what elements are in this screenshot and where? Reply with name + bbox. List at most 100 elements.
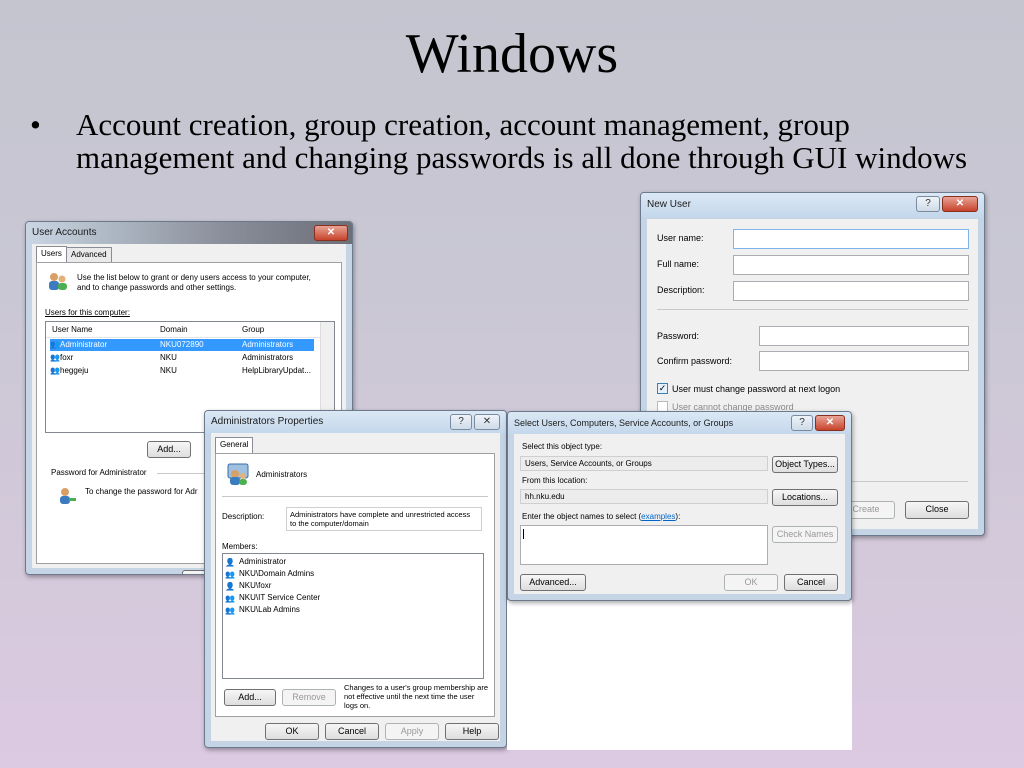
close-button[interactable]: Close (905, 501, 969, 519)
user-accounts-titlebar: User Accounts (26, 222, 352, 244)
list-item[interactable]: 👤 Administrator (223, 556, 483, 568)
user-icon: 👥 (50, 366, 60, 375)
cell-group: HelpLibraryUpdat... (242, 366, 311, 375)
list-item[interactable]: 👥 NKU\Domain Admins (223, 568, 483, 580)
password-label: Password: (657, 331, 700, 341)
cancel-button[interactable]: Cancel (325, 723, 379, 740)
location-label: From this location: (522, 476, 588, 485)
column-header-username[interactable]: User Name (52, 325, 92, 334)
add-member-button[interactable]: Add... (224, 689, 276, 706)
object-names-label-start: Enter the object names to select ( (522, 512, 642, 521)
list-item[interactable]: 👥 NKU\IT Service Center (223, 592, 483, 604)
window-title: Select Users, Computers, Service Account… (514, 418, 734, 428)
list-item[interactable]: 👤 NKU\foxr (223, 580, 483, 592)
group-icon (227, 463, 249, 485)
ok-button[interactable]: OK (265, 723, 319, 740)
cell-username: heggeju (60, 366, 89, 375)
select-users-window: Select Users, Computers, Service Account… (507, 411, 852, 601)
username-input[interactable] (733, 229, 969, 249)
members-list[interactable]: 👤 Administrator 👥 NKU\Domain Admins 👤 NKU\f… (222, 553, 484, 679)
location-value: hh.nku.edu (520, 489, 768, 504)
ok-button[interactable]: OK (724, 574, 778, 591)
white-backdrop (507, 600, 852, 750)
bullet-dot: • (30, 107, 41, 142)
member-name: Administrator (239, 557, 287, 566)
cell-domain: NKU (160, 353, 177, 362)
general-tab-panel: Administrators Description: Administrato… (215, 453, 495, 717)
object-names-label-end: ): (675, 512, 681, 521)
table-row[interactable]: 👥 Administrator NKU072890 Administrators (50, 339, 314, 351)
help-icon[interactable]: ? (791, 415, 813, 431)
help-button[interactable]: Help (445, 723, 499, 740)
locations-button[interactable]: Locations... (772, 489, 838, 506)
tab-advanced[interactable]: Advanced (66, 247, 112, 263)
cell-domain: NKU (160, 366, 177, 375)
add-user-button[interactable]: Add... (147, 441, 191, 458)
member-name: NKU\IT Service Center (239, 593, 321, 602)
member-name: NKU\foxr (239, 581, 272, 590)
users-label: Users for this computer: (45, 308, 130, 317)
password-input[interactable] (759, 326, 969, 346)
confirm-password-label: Confirm password: (657, 356, 733, 366)
window-title: New User (647, 199, 691, 210)
cell-group: Administrators (242, 340, 294, 349)
username-label: User name: (657, 233, 704, 243)
close-icon[interactable]: ✕ (314, 225, 348, 241)
admin-props-client: General Administrators Description: Admi… (211, 433, 500, 741)
object-type-label: Select this object type: (522, 442, 603, 451)
slide-title: Windows (405, 23, 619, 85)
object-type-value: Users, Service Accounts, or Groups (520, 456, 768, 471)
object-types-button[interactable]: Object Types... (772, 456, 838, 473)
bullet-text: Account creation, group creation, accoun… (76, 107, 968, 175)
table-row[interactable]: 👥 heggeju NKU HelpLibraryUpdat... (50, 365, 314, 377)
column-header-domain[interactable]: Domain (160, 325, 188, 334)
administrators-properties-window: Administrators Properties ? ✕ General Ad… (204, 410, 507, 748)
cell-domain: NKU072890 (160, 340, 204, 349)
users-icon (49, 273, 67, 290)
help-icon[interactable]: ? (916, 196, 940, 212)
examples-link[interactable]: examples (641, 512, 675, 521)
tab-users[interactable]: Users (36, 246, 67, 262)
cell-username: foxr (60, 353, 74, 362)
description-field[interactable]: Administrators have complete and unrestr… (286, 507, 482, 531)
user-key-icon (60, 488, 76, 504)
cell-username: Administrator (60, 340, 108, 349)
remove-member-button[interactable]: Remove (282, 689, 336, 706)
window-title: User Accounts (32, 227, 97, 238)
must-change-label: User must change password at next logon (672, 384, 841, 394)
column-header-group[interactable]: Group (242, 325, 264, 334)
fullname-input[interactable] (733, 255, 969, 275)
must-change-checkbox[interactable]: ✓ (657, 383, 668, 394)
close-icon[interactable]: ✕ (942, 196, 978, 212)
intro-text: Use the list below to grant or deny user… (77, 273, 311, 292)
window-title: Administrators Properties (211, 416, 324, 427)
cell-group: Administrators (242, 353, 294, 362)
bullet-point: • Account creation, group creation, acco… (30, 108, 990, 174)
membership-note: Changes to a user's group membership are… (344, 683, 489, 710)
member-name: NKU\Domain Admins (239, 569, 315, 578)
cancel-button[interactable]: Cancel (784, 574, 838, 591)
apply-button[interactable]: Apply (385, 723, 439, 740)
group-icon: 👥 (225, 606, 235, 615)
description-input[interactable] (733, 281, 969, 301)
member-name: NKU\Lab Admins (239, 605, 300, 614)
check-names-button[interactable]: Check Names (772, 526, 838, 543)
tab-general[interactable]: General (215, 437, 254, 453)
user-icon: 👥 (50, 340, 60, 349)
confirm-password-input[interactable] (759, 351, 969, 371)
advanced-button[interactable]: Advanced... (520, 574, 586, 591)
object-names-input[interactable] (520, 525, 768, 565)
close-icon[interactable]: ✕ (474, 414, 500, 430)
help-icon[interactable]: ? (450, 414, 472, 430)
object-names-label: Enter the object names to select (exampl… (522, 512, 680, 521)
list-item[interactable]: 👥 NKU\Lab Admins (223, 604, 483, 616)
user-icon: 👥 (50, 353, 60, 362)
members-label: Members: (222, 542, 258, 551)
password-text: To change the password for Adr (85, 487, 198, 496)
close-icon[interactable]: ✕ (815, 415, 845, 431)
table-row[interactable]: 👥 foxr NKU Administrators (50, 352, 314, 364)
password-group-label: Password for Administrator (49, 468, 149, 477)
group-name: Administrators (256, 470, 308, 479)
fullname-label: Full name: (657, 259, 700, 269)
description-label: Description: (657, 285, 705, 295)
